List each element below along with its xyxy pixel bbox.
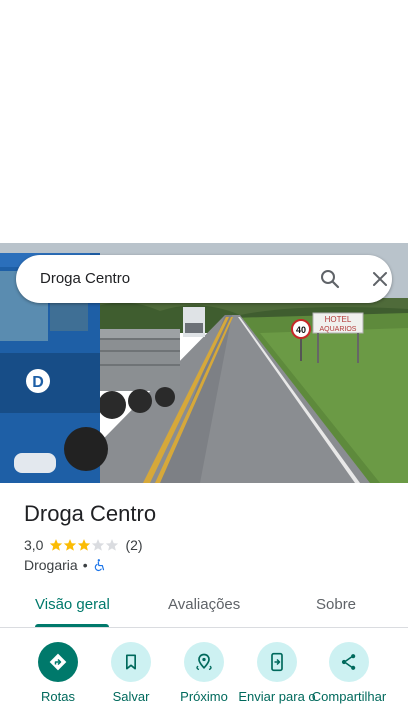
tab-reviews[interactable]: Avaliações [168,596,240,613]
separator-dot: • [82,557,88,573]
rating-row[interactable]: 3,0 (2) [24,536,143,554]
search-input[interactable]: Droga Centro [40,270,130,287]
share-icon [329,642,369,682]
directions-button[interactable]: Rotas [18,642,98,704]
active-tab-indicator [35,624,109,627]
wheelchair-accessible-icon [94,559,104,572]
nearby-icon [184,642,224,682]
share-label: Compartilhar [311,689,387,704]
place-category: Drogaria [24,557,78,573]
star-rating [49,538,119,552]
nearby-button[interactable]: Próximo [164,642,244,704]
bookmark-icon [111,642,151,682]
send-to-phone-label: Enviar para o [238,689,316,704]
close-icon[interactable] [368,267,392,291]
review-count[interactable]: (2) [125,537,142,553]
star-empty-icon [92,539,105,551]
tab-overview[interactable]: Visão geral [35,596,110,613]
svg-text:D: D [32,374,44,391]
place-tabs: Visão geral Avaliações Sobre [0,586,408,628]
directions-label: Rotas [41,689,75,704]
star-icon [64,539,77,551]
star-empty-icon [106,539,119,551]
search-bar[interactable]: Droga Centro [16,255,392,303]
save-button[interactable]: Salvar [91,642,171,704]
svg-text:40: 40 [296,325,306,335]
star-icon [50,539,63,551]
category-row: Drogaria • [24,556,107,574]
star-icon [78,539,91,551]
share-button[interactable]: Compartilhar [309,642,389,704]
svg-text:AQUARIOS: AQUARIOS [320,326,357,333]
action-buttons: Rotas Salvar Próximo Enviar para o Compa… [0,640,408,726]
send-to-phone-icon [257,642,297,682]
svg-text:HOTEL: HOTEL [325,315,352,324]
send-to-phone-button[interactable]: Enviar para o [237,642,317,704]
nearby-label: Próximo [180,689,228,704]
place-title: Droga Centro [24,501,157,526]
rating-value: 3,0 [24,537,44,553]
directions-icon [38,642,78,682]
search-icon[interactable] [318,267,342,291]
save-label: Salvar [112,689,150,704]
map-blank-area [0,0,408,243]
tab-about[interactable]: Sobre [316,596,356,613]
